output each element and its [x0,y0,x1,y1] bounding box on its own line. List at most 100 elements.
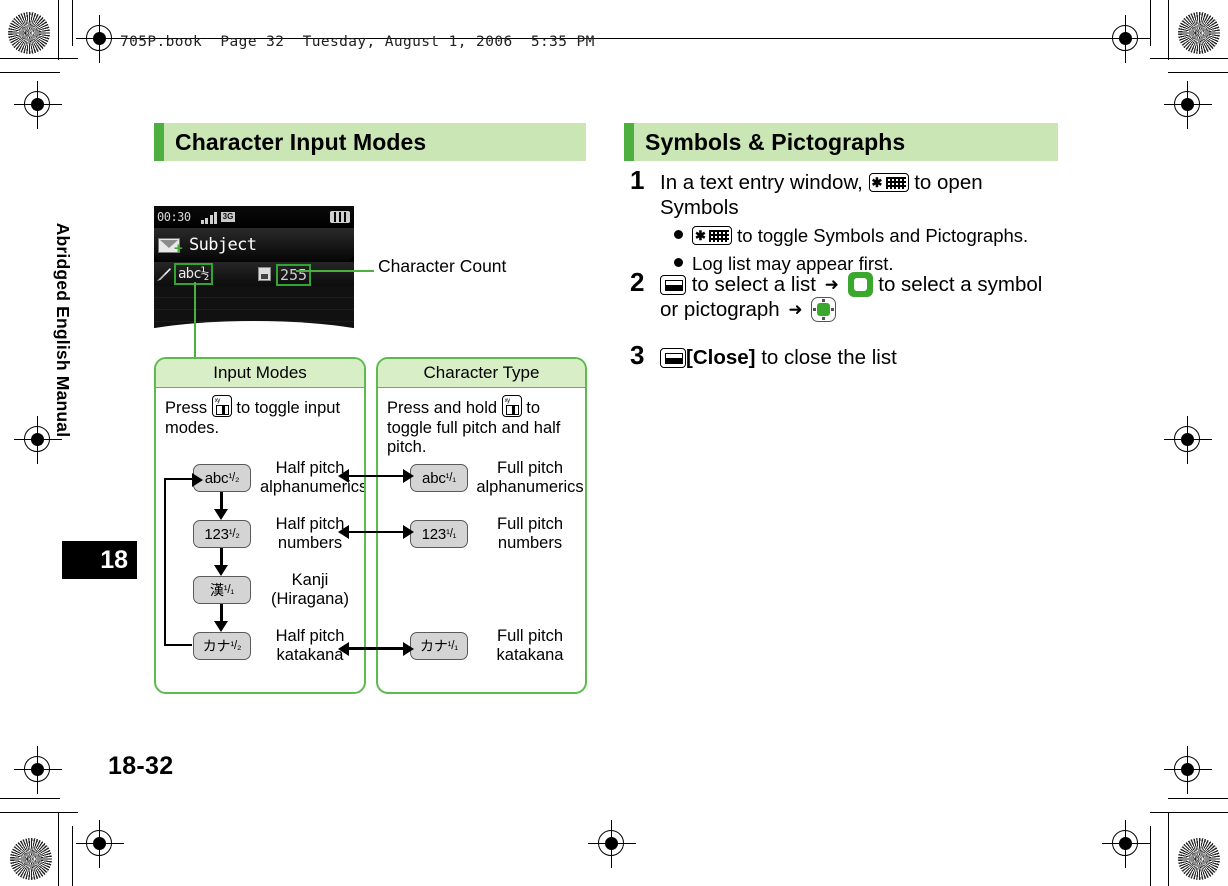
panel-input-modes-description: Press xy to toggle input modes. [156,388,364,438]
chip-fraction: ¹/₂ [230,640,242,652]
mode-key-icon: xy [501,395,522,417]
flow-arrow-3 [220,604,223,623]
trim-line-top-inner-r [1168,72,1228,74]
step-1-bullet-1-text: to toggle Symbols and Pictographs. [737,225,1029,246]
flow-loop-arrow [164,473,203,646]
step-arrow-icon: ➜ [788,300,803,319]
trim-line-bottom-inner-r [1168,798,1228,800]
section-heading-character-input-modes: Character Input Modes [154,123,586,161]
registration-starburst-top-left [8,12,50,54]
row-label-line1: Full pitch [496,515,564,533]
flow-arrow-2 [220,548,223,567]
section-heading-symbols-pictographs: Symbols & Pictographs [624,123,1058,161]
chip-label: カナ [202,639,231,655]
navigation-4way-icon[interactable] [847,272,873,297]
section-heading-label: Symbols & Pictographs [645,128,906,155]
trim-line-bottom-outer-r [1150,812,1228,814]
step-1: 1 In a text entry window, ✱ to open Symb… [630,165,1060,276]
character-count-indicator: 255 [276,264,312,286]
heading-accent-bar [624,123,634,161]
status-time: 00:30 [157,210,191,224]
side-tab-label: Abridged English Manual [53,222,73,438]
step-1-number: 1 [630,165,645,195]
chip-fraction: ¹/₁ [445,472,457,484]
chip-fraction: ¹/₁ [447,640,459,652]
trim-line-top-inner [0,72,60,74]
panel-input-modes: Input Modes Press xy to toggle input mod… [154,357,366,694]
chip-label: abc [422,469,446,487]
chip-kanji-hiragana: 漢 ¹/₁ [193,576,251,604]
star-key-icon[interactable]: ✱ [868,173,909,192]
step-2-segment-1: to select a list [691,273,816,296]
chip-label: abc [204,469,229,487]
signal-bars-icon [200,211,219,224]
registration-target-right-lower [1164,746,1212,794]
soft-key-icon[interactable] [660,275,686,295]
trim-line-left-outer-b [58,812,60,886]
chip-fraction: ¹/₂ [228,528,240,540]
row-label-line2: katakana [496,646,564,664]
registration-target-left-upper [14,81,62,129]
panel-desc-pre: Press and hold [387,399,498,417]
panel-character-type-title: Character Type [378,359,585,388]
chip-label: カナ [420,639,448,655]
trim-line-top-outer-r [1150,58,1228,60]
soft-key-icon[interactable] [660,348,686,368]
chip-full-pitch-katakana: カナ ¹/₁ [410,632,468,660]
trim-line-left-inner [72,0,74,46]
trim-line-top-outer [0,58,78,60]
phone-title-bar: + Subject [154,228,354,262]
step-2: 2 to select a list ➜ to select a symbol … [630,267,1060,322]
trim-line-left-outer [58,0,60,60]
side-tab: Abridged English Manual [53,223,90,560]
row-label-full-pitch-katakana: Full pitch katakana [476,627,584,665]
trim-line-bottom-inner [0,798,60,800]
phone-subject-text: Subject [189,235,257,255]
registration-target-bottom-left [76,820,124,868]
row-label-line2: alphanumerics [476,478,584,496]
trim-line-right-outer [1168,0,1170,60]
registration-starburst-bottom-right [1178,838,1220,880]
cross-arrow-numbers [338,525,414,540]
callout-label-character-count: Character Count [378,256,507,276]
step-1-text-before: In a text entry window, [660,171,863,194]
registration-target-left-lower [14,746,62,794]
running-header: 705P.book Page 32 Tuesday, August 1, 200… [120,34,595,50]
step-2-number: 2 [630,267,645,297]
navigation-center-select-icon[interactable] [811,297,837,322]
step-3-bracket-label: [Close] [686,346,756,369]
registration-target-right-middle [1164,416,1212,464]
section-heading-label: Character Input Modes [175,128,427,155]
bullet-dot-icon [674,258,683,267]
registration-target-bottom-right [1102,820,1150,868]
step-3-text-after: to close the list [761,346,897,369]
step-1-body: In a text entry window, ✱ to open Symbol… [660,170,1060,276]
phone-info-bar: abc½ 255 [154,262,354,286]
trim-line-right-outer-b [1168,812,1170,886]
registration-starburst-bottom-left [10,838,52,880]
step-3-number: 3 [630,340,645,370]
row-label-full-pitch-numbers: Full pitch numbers [476,515,584,553]
callout-line-vertical [194,282,197,357]
pencil-icon [157,268,171,281]
step-3: 3 [Close] to close the list [630,340,1060,370]
step-3-body: [Close] to close the list [660,345,1060,370]
new-mail-icon: + [158,237,183,256]
star-key-icon[interactable]: ✱ [692,226,732,245]
row-label-line2: numbers [497,534,563,552]
registration-target-right-upper [1164,81,1212,129]
row-label-full-pitch-alphanumerics: Full pitch alphanumerics [476,459,584,497]
chip-label: 123 [421,525,447,543]
step-2-body: to select a list ➜ to select a symbol or… [660,272,1060,322]
row-label-line1: Full pitch [496,459,564,477]
chip-half-pitch-numbers: 123 ¹/₂ [193,520,251,548]
panel-input-modes-title: Input Modes [156,359,364,388]
battery-icon [330,211,350,223]
callout-line-horizontal [296,270,374,273]
trim-line-bottom-outer [0,812,78,814]
chip-label: 123 [204,525,229,543]
memo-icon [258,267,271,281]
panel-desc-pre: Press [165,399,208,417]
phone-body-area [154,286,354,336]
chip-full-pitch-numbers: 123 ¹/₁ [410,520,468,548]
